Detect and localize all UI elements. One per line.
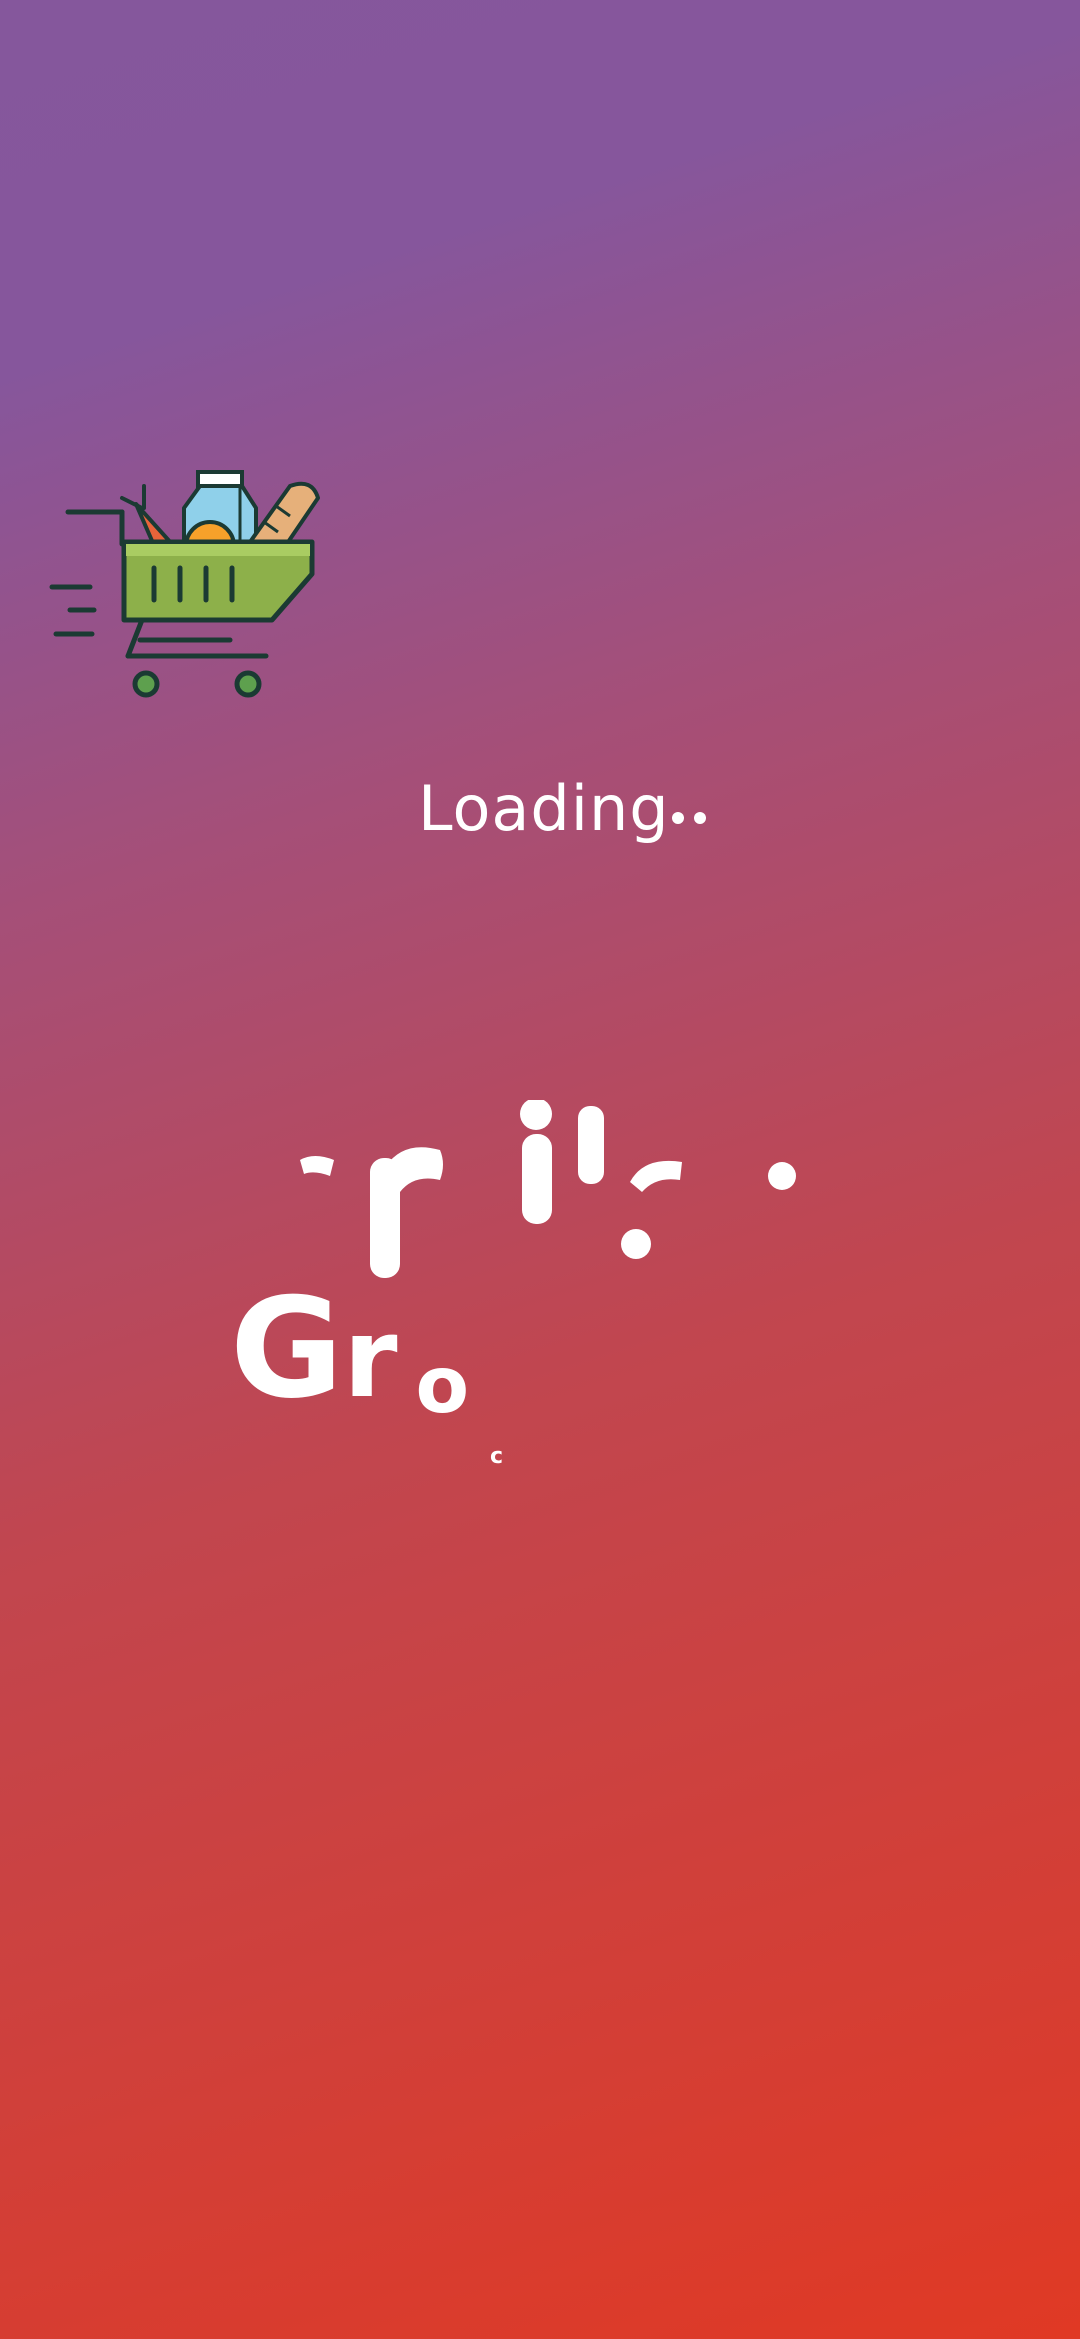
brand-letter-g: G (230, 1268, 344, 1429)
grocery-cart-icon (49, 470, 320, 698)
animated-logo-fragments (300, 1100, 796, 1278)
loading-label: Loading (418, 772, 670, 845)
brand-letter-r: r (343, 1294, 398, 1422)
brand-letter-o: o (415, 1341, 470, 1431)
brand-wordmark: Gr o (230, 1280, 469, 1426)
brand-letter-c: c (490, 1444, 504, 1469)
